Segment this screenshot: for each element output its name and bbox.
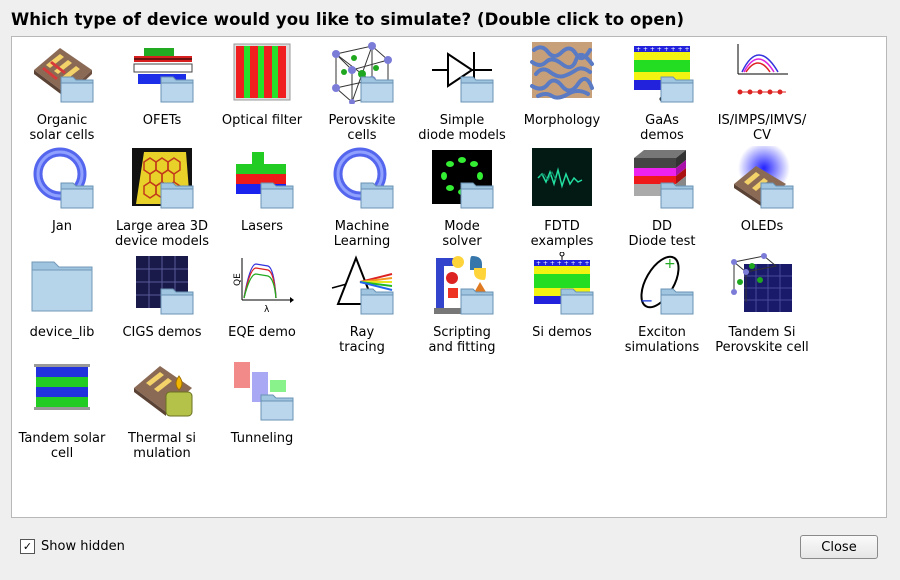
hexagon-grid-icon xyxy=(130,146,194,210)
close-button[interactable]: Close xyxy=(800,535,878,559)
svg-text:+ + + + + + + +: + + + + + + + + xyxy=(636,46,690,53)
device-item[interactable]: CIGS demos xyxy=(112,252,212,340)
device-label: Tandem Si Perovskite cell xyxy=(715,325,809,355)
diode-icon xyxy=(430,40,494,104)
device-label: OLEDs xyxy=(740,219,784,234)
device-label: Scripting and fitting xyxy=(428,325,496,355)
svg-text:−: − xyxy=(640,291,653,310)
device-label: Jan xyxy=(51,219,73,234)
device-item[interactable]: QE λ EQE demo xyxy=(212,252,312,340)
device-label: Organic solar cells xyxy=(29,113,95,143)
svg-text:λ: λ xyxy=(264,305,270,315)
exciton-icon: + − xyxy=(630,252,694,316)
device-item[interactable]: Ray tracing xyxy=(312,252,412,355)
device-item[interactable]: Large area 3D device models xyxy=(112,146,212,249)
device-item[interactable]: Thermal si mulation xyxy=(112,358,212,461)
layer-stack-icon xyxy=(630,146,694,210)
device-label: DD Diode test xyxy=(628,219,696,249)
device-label: Simple diode models xyxy=(418,113,506,143)
solar-cell-icon xyxy=(30,40,94,104)
device-label: Mode solver xyxy=(442,219,482,249)
tandem-cell-icon xyxy=(30,358,94,422)
device-label: Tunneling xyxy=(230,431,294,446)
device-label: device_lib xyxy=(29,325,95,340)
device-item[interactable]: OFETs xyxy=(112,40,212,128)
fdtd-icon xyxy=(530,146,594,210)
ofet-icon xyxy=(130,40,194,104)
ring-icon xyxy=(330,146,394,210)
device-item[interactable]: Tunneling xyxy=(212,358,312,446)
device-label: Machine Learning xyxy=(333,219,391,249)
gaas-icon: + + + + + + + + xyxy=(630,40,694,104)
device-item[interactable]: Tandem solar cell xyxy=(12,358,112,461)
perovskite-icon xyxy=(330,40,394,104)
device-item[interactable]: Simple diode models xyxy=(412,40,512,143)
device-label: EQE demo xyxy=(228,325,296,340)
device-item[interactable]: Mode solver xyxy=(412,146,512,249)
device-label: Si demos xyxy=(532,325,592,340)
device-item[interactable]: device_lib xyxy=(12,252,112,340)
impedance-icon xyxy=(730,40,794,104)
device-item[interactable]: IS/IMPS/IMVS/ CV xyxy=(712,40,812,143)
checkbox-box[interactable]: ✓ xyxy=(20,539,35,554)
prism-icon xyxy=(330,252,394,316)
device-label: Thermal si mulation xyxy=(127,431,197,461)
device-item[interactable]: Perovskite cells xyxy=(312,40,412,143)
svg-text:+: + xyxy=(664,256,676,272)
device-item[interactable]: DD Diode test xyxy=(612,146,712,249)
tunneling-icon xyxy=(230,358,294,422)
device-label: IS/IMPS/IMVS/ CV xyxy=(717,113,807,143)
device-item[interactable]: Morphology xyxy=(512,40,612,128)
device-item[interactable]: + + + + + + + + GaAs demos xyxy=(612,40,712,143)
device-item[interactable]: + − Exciton simulations xyxy=(612,252,712,355)
device-label: Large area 3D device models xyxy=(114,219,210,249)
device-label: Tandem solar cell xyxy=(18,431,106,461)
device-label: Morphology xyxy=(523,113,601,128)
device-label: Ray tracing xyxy=(339,325,385,355)
oled-icon xyxy=(730,146,794,210)
si-icon: + + + + + + + + xyxy=(530,252,594,316)
show-hidden-label: Show hidden xyxy=(41,539,125,554)
cigs-panel-icon xyxy=(130,252,194,316)
device-item[interactable]: Optical filter xyxy=(212,40,312,128)
device-item[interactable]: Jan xyxy=(12,146,112,234)
ring-icon xyxy=(30,146,94,210)
laser-icon xyxy=(230,146,294,210)
device-label: Optical filter xyxy=(221,113,303,128)
eqe-icon: QE λ xyxy=(230,252,294,316)
device-item[interactable]: Organic solar cells xyxy=(12,40,112,143)
folder-icon xyxy=(30,252,94,316)
scripting-icon xyxy=(430,252,494,316)
device-grid[interactable]: Organic solar cells OFETs Optical filter… xyxy=(11,36,887,518)
device-label: OFETs xyxy=(142,113,182,128)
mode-solver-icon xyxy=(430,146,494,210)
morphology-icon xyxy=(530,40,594,104)
device-item[interactable]: Lasers xyxy=(212,146,312,234)
device-item[interactable]: Machine Learning xyxy=(312,146,412,249)
show-hidden-checkbox[interactable]: ✓ Show hidden xyxy=(20,539,125,554)
device-item[interactable]: FDTD examples xyxy=(512,146,612,249)
tandem-perovskite-icon xyxy=(730,252,794,316)
dialog-title: Which type of device would you like to s… xyxy=(11,10,685,29)
svg-text:+ + + + + + + +: + + + + + + + + xyxy=(536,260,590,267)
device-label: FDTD examples xyxy=(530,219,594,249)
device-item[interactable]: Tandem Si Perovskite cell xyxy=(712,252,812,355)
device-label: Exciton simulations xyxy=(624,325,700,355)
device-item[interactable]: Scripting and fitting xyxy=(412,252,512,355)
device-label: Lasers xyxy=(240,219,284,234)
thermal-icon xyxy=(130,358,194,422)
device-item[interactable]: OLEDs xyxy=(712,146,812,234)
optical-filter-icon xyxy=(230,40,294,104)
device-item[interactable]: + + + + + + + + Si demos xyxy=(512,252,612,340)
svg-text:QE: QE xyxy=(233,273,243,286)
device-label: Perovskite cells xyxy=(328,113,396,143)
device-label: CIGS demos xyxy=(122,325,202,340)
device-label: GaAs demos xyxy=(640,113,684,143)
